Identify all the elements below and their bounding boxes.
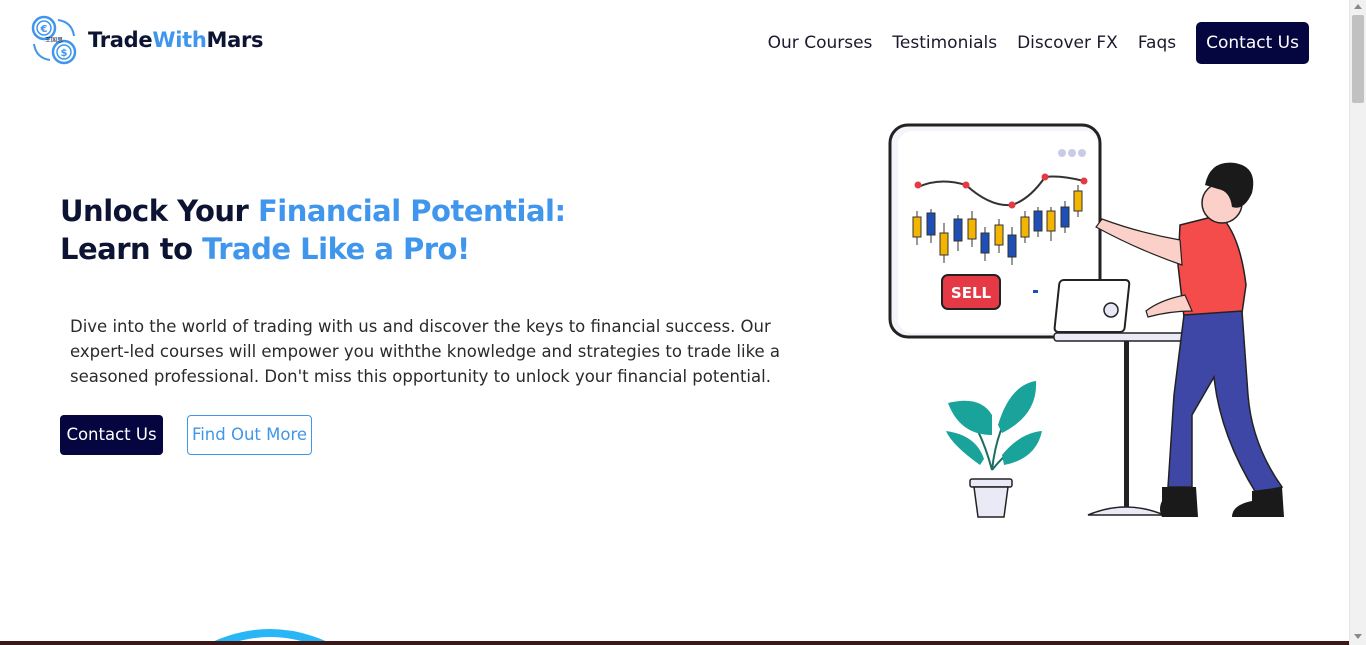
scrollbar-thumb[interactable] [1352, 15, 1364, 103]
page: € $ 王国思 TradeWithMars Our Courses Testim… [0, 0, 1349, 645]
hero-title-line1-a: Unlock Your [60, 194, 258, 228]
sell-badge-label: SELL [951, 284, 992, 302]
scroll-down-arrow-icon[interactable] [1354, 634, 1362, 639]
hero-title-line2-b: Trade Like a Pro! [202, 232, 470, 266]
hero-description: Dive into the world of trading with us a… [70, 317, 781, 386]
brand-logo[interactable]: € $ 王国思 TradeWithMars [30, 14, 264, 66]
hero-title: Unlock Your Financial Potential: Learn t… [60, 192, 566, 268]
nav-faqs[interactable]: Faqs [1138, 33, 1176, 53]
trader-presenting-chart-illustration: SELL [888, 123, 1284, 518]
hero-title-line1-b: Financial Potential: [257, 194, 566, 228]
brand-name-part3: Mars [206, 28, 264, 52]
hero-contact-us-button[interactable]: Contact Us [60, 415, 163, 455]
logo-small-text: 王国思 [45, 37, 63, 44]
currency-exchange-logo-icon: € $ 王国思 [31, 15, 77, 65]
brand-name-part2: With [152, 28, 207, 52]
brand-name: TradeWithMars [88, 28, 264, 52]
scroll-up-arrow-icon[interactable] [1354, 4, 1362, 9]
nav-discover-fx[interactable]: Discover FX [1017, 33, 1118, 53]
brand-name-part1: Trade [88, 28, 153, 52]
hero-find-out-more-button[interactable]: Find Out More [187, 415, 312, 455]
svg-text:$: $ [61, 48, 68, 59]
main-nav: Our Courses Testimonials Discover FX Faq… [748, 22, 1309, 64]
page-scrollbar[interactable] [1349, 0, 1366, 645]
hero-title-line2-a: Learn to [60, 232, 203, 266]
nav-contact-us-button[interactable]: Contact Us [1196, 22, 1309, 64]
bottom-divider [0, 641, 1349, 645]
svg-text:€: € [40, 24, 48, 35]
nav-testimonials[interactable]: Testimonials [892, 33, 997, 53]
nav-our-courses[interactable]: Our Courses [768, 33, 873, 53]
